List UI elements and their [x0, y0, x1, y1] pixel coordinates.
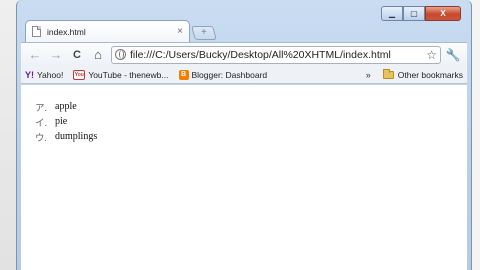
other-bookmarks[interactable]: Other bookmarks [382, 68, 463, 80]
youtube-icon: You [73, 69, 86, 80]
maximize-button[interactable]: ▢ [403, 6, 425, 21]
tab-title: index.html [47, 26, 86, 37]
bookmark-blogger[interactable]: B Blogger: Dashboard [178, 69, 268, 80]
list-item: イ. pie [35, 114, 97, 129]
list-item: ア. apple [35, 99, 97, 114]
page-icon [32, 26, 41, 37]
yahoo-icon: Y! [25, 69, 34, 80]
list-marker: ア. [35, 103, 47, 114]
bookmark-youtube[interactable]: You YouTube - thenewb... [73, 69, 169, 80]
new-tab-button[interactable]: + [191, 26, 217, 40]
close-tab-icon[interactable]: × [177, 26, 183, 37]
close-window-button[interactable]: X [425, 6, 461, 21]
list-item: ウ. dumplings [35, 129, 97, 144]
address-bar[interactable]: file:///C:/Users/Bucky/Desktop/All%20XHT… [111, 45, 441, 64]
screen: ▁ ▢ X index.html × + ← → C ⌂ file:///C:/… [0, 0, 480, 270]
bookmark-label: Yahoo! [37, 69, 64, 80]
blogger-icon: B [178, 69, 189, 80]
other-bookmarks-label: Other bookmarks [397, 69, 463, 80]
globe-icon [115, 49, 126, 60]
wrench-menu-icon[interactable]: 🔧 [443, 48, 463, 62]
page-content: ア. apple イ. pie ウ. dumplings [21, 85, 467, 270]
list-item-text: pie [55, 116, 68, 127]
minimize-button[interactable]: ▁ [381, 6, 403, 21]
window-controls: ▁ ▢ X [381, 6, 461, 21]
bookmark-yahoo[interactable]: Y! Yahoo! [25, 70, 63, 80]
tab-index-html[interactable]: index.html × [25, 20, 190, 42]
back-button[interactable]: ← [25, 45, 45, 65]
folder-icon [382, 68, 394, 79]
bookmark-label: Blogger: Dashboard [191, 69, 268, 80]
list-marker: イ. [35, 118, 47, 129]
forward-button[interactable]: → [46, 45, 66, 65]
url-text[interactable]: file:///C:/Users/Bucky/Desktop/All%20XHT… [130, 49, 424, 61]
bookmark-star-icon[interactable]: ☆ [426, 48, 437, 62]
katakana-list: ア. apple イ. pie ウ. dumplings [35, 99, 97, 144]
browser-window: ▁ ▢ X index.html × + ← → C ⌂ file:///C:/… [16, 0, 472, 270]
list-item-text: dumplings [55, 131, 98, 142]
home-button[interactable]: ⌂ [88, 45, 108, 65]
list-item-text: apple [55, 101, 77, 112]
reload-button[interactable]: C [67, 45, 87, 65]
toolbar: ← → C ⌂ file:///C:/Users/Bucky/Desktop/A… [21, 42, 467, 66]
bookmark-label: YouTube - thenewb... [88, 69, 169, 80]
bookmarks-overflow-chevron[interactable]: » [366, 70, 371, 80]
list-marker: ウ. [35, 133, 47, 144]
plus-icon: + [201, 27, 207, 38]
bookmarks-bar: Y! Yahoo! You YouTube - thenewb... B Blo… [21, 66, 467, 84]
